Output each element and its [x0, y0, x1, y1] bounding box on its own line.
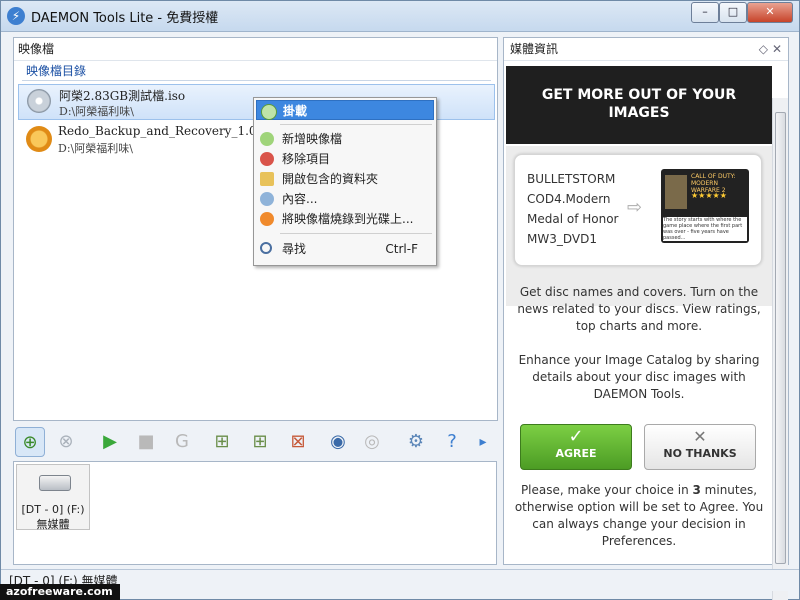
burn-disc-icon[interactable]: ◎ [357, 427, 387, 457]
image-catalog-label: 映像檔目錄 [22, 62, 491, 81]
mount-play-icon[interactable]: ▶ [95, 427, 125, 457]
add-dt-drive-icon[interactable]: ⊞ [207, 427, 237, 457]
agree-label: AGREE [555, 447, 597, 460]
promo-disc-title: BULLETSTORM [527, 172, 616, 186]
toolbar: ⊕ ⊗ ▶ ■ G ⊞ ⊞ ⊠ ◉ ◎ ⚙ ? ▸ [13, 425, 497, 459]
menu-item-add-image[interactable]: 新增映像檔 [256, 129, 434, 149]
promo-banner: GET MORE OUT OF YOUR IMAGES [506, 66, 772, 144]
media-info-panel: 媒體資訊 ◇ ✕ GET MORE OUT OF YOUR IMAGES BUL… [503, 37, 789, 600]
scrollbar-thumb[interactable] [775, 112, 786, 564]
choice-text-before: Please, make your choice in [520, 483, 693, 497]
app-window: ⚡ DAEMON Tools Lite - 免費授權 – □ ✕ 映像檔 映像檔… [0, 0, 800, 600]
status-bar: [DT - 0] (F:) 無媒體 [1, 569, 799, 591]
menu-separator [280, 233, 432, 234]
watermark: azofreeware.com [0, 584, 120, 600]
folder-icon [260, 172, 274, 186]
image-name: 阿榮2.83GB測試檔.iso [59, 89, 186, 103]
add-scsi-drive-icon[interactable]: ⊞ [245, 427, 275, 457]
write-image-icon[interactable]: ◉ [323, 427, 353, 457]
maximize-button[interactable]: □ [719, 2, 747, 23]
menu-label: 掛載 [283, 104, 308, 118]
media-info-title: 媒體資訊 [510, 42, 559, 56]
drive-icon [39, 475, 71, 491]
menu-label: 開啟包含的資料夾 [282, 172, 379, 186]
search-icon [260, 242, 272, 254]
mount-icon [261, 104, 277, 120]
remove-image-icon[interactable]: ⊗ [51, 427, 81, 457]
menu-item-find[interactable]: 尋找 Ctrl-F [256, 239, 434, 259]
virtual-drives-panel: [DT - 0] (F:) 無媒體 [13, 461, 497, 565]
burn-icon [260, 212, 274, 226]
no-thanks-button[interactable]: ✕ NO THANKS [644, 424, 756, 470]
menu-item-open-folder[interactable]: 開啟包含的資料夾 [256, 169, 434, 189]
promo-disc-list: BULLETSTORM COD4.Modern Medal of Honor M… [527, 169, 618, 249]
promo-illustration: BULLETSTORM COD4.Modern Medal of Honor M… [514, 154, 762, 266]
add-image-icon [260, 132, 274, 146]
disc-image-icon [27, 89, 51, 113]
remove-drive-icon[interactable]: ⊠ [283, 427, 313, 457]
panel-toggle-icon[interactable]: ◇ [759, 38, 768, 60]
help-icon[interactable]: ? [437, 427, 467, 457]
window-title: DAEMON Tools Lite - 免費授權 [31, 11, 219, 26]
menu-shortcut: Ctrl-F [385, 242, 418, 256]
menu-label: 尋找 [282, 242, 307, 256]
game-cover-image [665, 175, 687, 209]
banner-text: GET MORE OUT OF YOUR IMAGES [541, 87, 737, 121]
menu-label: 移除項目 [282, 152, 331, 166]
image-path: D:\阿榮福利味\ [58, 142, 133, 155]
menu-separator [280, 124, 432, 125]
choice-minutes: 3 [692, 483, 701, 497]
choice-text: Please, make your choice in 3 minutes, o… [510, 482, 768, 550]
promo-disc-title: MW3_DVD1 [527, 232, 597, 246]
image-path: D:\阿榮福利味\ [59, 105, 134, 118]
promo-disc-title: Medal of Honor [527, 212, 619, 226]
minimize-button[interactable]: – [691, 2, 719, 23]
check-icon: ✓ [568, 426, 584, 447]
drive-status: 無媒體 [36, 518, 70, 531]
toolbar-more-icon[interactable]: ▸ [473, 427, 493, 457]
virtual-drive[interactable]: [DT - 0] (F:) 無媒體 [16, 464, 90, 531]
close-button[interactable]: ✕ [747, 2, 793, 23]
panel-close-icon[interactable]: ✕ [772, 38, 782, 60]
title-bar: ⚡ DAEMON Tools Lite - 免費授權 – □ ✕ [1, 1, 799, 32]
game-card-description: The story starts with where the game pla… [663, 217, 747, 241]
no-thanks-label: NO THANKS [663, 447, 737, 460]
menu-label: 新增映像檔 [282, 132, 343, 146]
media-scrollbar[interactable] [772, 98, 788, 600]
unmount-icon[interactable]: ■ [131, 427, 161, 457]
media-info-text: Get disc names and covers. Turn on the n… [517, 285, 761, 333]
add-image-icon[interactable]: ⊕ [15, 427, 45, 457]
images-panel-header: 映像檔 [14, 38, 497, 61]
media-info-header: 媒體資訊 ◇ ✕ [504, 38, 788, 61]
settings-gear-icon[interactable]: ⚙ [401, 427, 431, 457]
menu-item-properties[interactable]: 內容... [256, 189, 434, 209]
context-menu: 掛載 新增映像檔 移除項目 開啟包含的資料夾 內容... 將映像檔燒錄到光碟上.… [253, 97, 437, 266]
game-card: CALL OF DUTY: MODERN WARFARE 2 ★★★★★ The… [661, 169, 749, 243]
menu-label: 將映像檔燒錄到光碟上... [282, 212, 414, 226]
rating-stars: ★★★★★ [691, 191, 727, 200]
media-info-text: Enhance your Image Catalog by sharing de… [518, 353, 760, 401]
properties-icon [260, 192, 274, 206]
arrow-icon: ⇨ [627, 197, 643, 218]
promo-disc-title: COD4.Modern [527, 192, 611, 206]
menu-item-burn[interactable]: 將映像檔燒錄到光碟上... [256, 209, 434, 229]
menu-item-mount[interactable]: 掛載 [256, 100, 434, 120]
grab-icon[interactable]: G [167, 427, 197, 457]
missing-image-icon [26, 126, 52, 152]
menu-item-remove[interactable]: 移除項目 [256, 149, 434, 169]
x-icon: ✕ [693, 427, 707, 446]
drive-label: [DT - 0] (F:) [21, 503, 85, 516]
agree-button[interactable]: ✓ AGREE [520, 424, 632, 470]
menu-label: 內容... [282, 192, 318, 206]
daemon-tools-logo-icon: ⚡ [7, 7, 25, 25]
remove-icon [260, 152, 274, 166]
